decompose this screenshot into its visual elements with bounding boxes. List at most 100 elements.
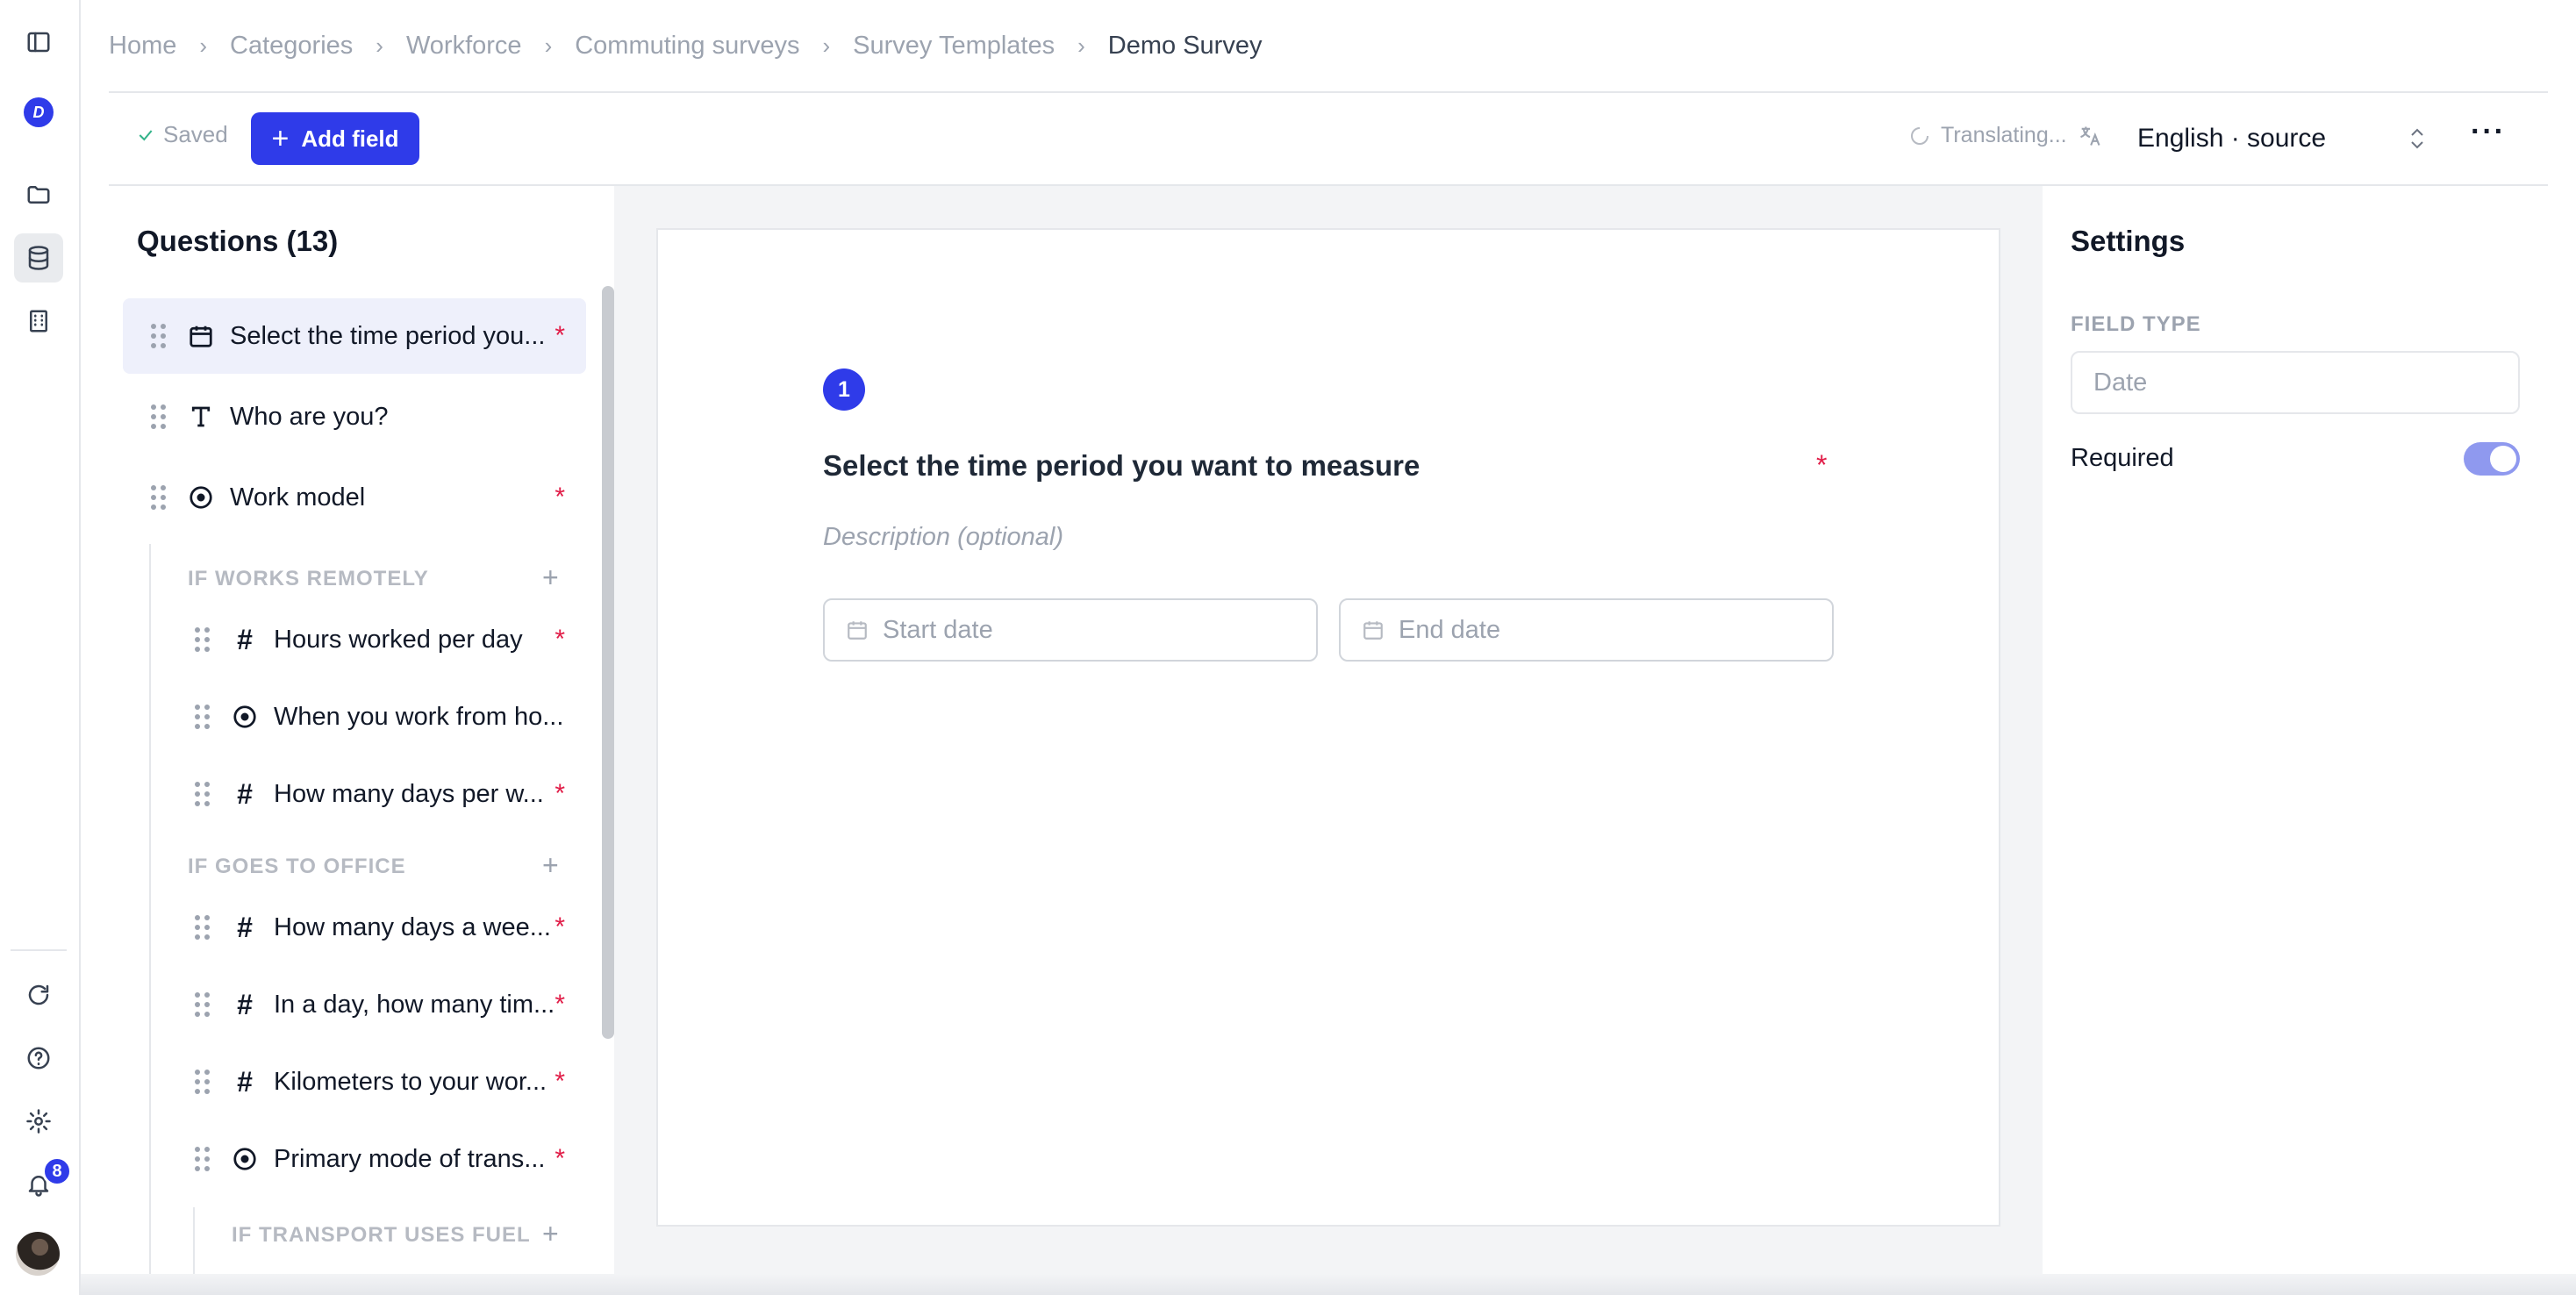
translating-label: Translating... <box>1941 123 2067 147</box>
field-type-field[interactable]: Date <box>2071 351 2520 414</box>
question-item[interactable]: Select the time period you... * <box>123 298 586 374</box>
number-icon: # <box>237 1065 253 1098</box>
question-heading[interactable]: Select the time period you want to measu… <box>823 449 1420 483</box>
required-mark: * <box>555 625 565 654</box>
breadcrumb-home[interactable]: Home <box>109 32 176 61</box>
language-label: English · source <box>2137 124 2327 153</box>
drag-handle-icon[interactable] <box>195 705 212 729</box>
radio-icon <box>230 702 260 732</box>
logo-icon: D <box>24 97 54 127</box>
chevron-right-icon: › <box>376 32 383 59</box>
end-date-input[interactable]: End date <box>1339 598 1834 662</box>
question-item[interactable]: # In a day, how many tim... * <box>167 967 586 1042</box>
questions-title: Questions (13) <box>137 225 339 257</box>
spinner-icon <box>1911 126 1928 145</box>
refresh-icon[interactable] <box>14 970 63 1020</box>
breadcrumb-current: Demo Survey <box>1107 31 1263 60</box>
drag-handle-icon[interactable] <box>195 992 212 1017</box>
drag-handle-icon[interactable] <box>195 1147 212 1171</box>
required-toggle[interactable] <box>2464 442 2520 476</box>
more-options-icon[interactable]: ··· <box>2471 117 2506 147</box>
branch-line <box>149 544 151 1295</box>
question-item[interactable]: # Hours worked per day * <box>167 602 586 677</box>
drag-handle-icon[interactable] <box>195 782 212 806</box>
radio-icon <box>186 483 216 512</box>
add-to-group-button[interactable]: + <box>542 849 559 882</box>
drag-handle-icon[interactable] <box>151 404 168 429</box>
number-icon: # <box>237 911 253 943</box>
drag-handle-icon[interactable] <box>195 915 212 940</box>
saved-label: Saved <box>163 121 228 147</box>
breadcrumb-categories[interactable]: Categories <box>230 32 353 61</box>
avatar[interactable] <box>16 1232 60 1276</box>
questions-scrollbar[interactable] <box>602 286 614 1039</box>
required-mark: * <box>555 779 565 808</box>
required-label: Required <box>2071 444 2174 472</box>
bottom-edge <box>81 1274 2576 1295</box>
language-select[interactable]: English · source <box>2137 112 2427 165</box>
group-title-fuel: IF TRANSPORT USES FUEL <box>232 1223 531 1247</box>
number-icon: # <box>237 988 253 1020</box>
text-icon <box>186 402 216 432</box>
questions-panel: Questions (13) Select the time period yo… <box>109 186 614 1295</box>
breadcrumb-commuting-surveys[interactable]: Commuting surveys <box>575 32 799 61</box>
database-icon[interactable] <box>14 233 63 283</box>
building-icon[interactable] <box>14 297 63 346</box>
question-number-badge: 1 <box>823 368 865 411</box>
folder-icon[interactable] <box>14 170 63 219</box>
drag-handle-icon[interactable] <box>195 627 212 652</box>
question-item[interactable]: # How many days per w... * <box>167 756 586 832</box>
translate-icon <box>2079 126 2100 146</box>
drag-handle-icon[interactable] <box>151 324 168 348</box>
question-label: Select the time period you... <box>230 321 546 350</box>
drag-handle-icon[interactable] <box>195 1070 212 1094</box>
settings-panel: Settings FIELD TYPE Date Required <box>2043 186 2548 1295</box>
question-label: Who are you? <box>230 402 389 431</box>
settings-title: Settings <box>2071 225 2186 257</box>
chevron-right-icon: › <box>199 32 208 59</box>
group-title-office: IF GOES TO OFFICE <box>188 855 406 878</box>
required-mark: * <box>555 321 565 350</box>
question-item[interactable]: When you work from ho... <box>167 679 586 755</box>
calendar-icon <box>1363 621 1383 640</box>
question-item[interactable]: # How many days a wee... * <box>167 890 586 965</box>
workspace-logo[interactable]: D <box>14 88 63 137</box>
description-field[interactable]: Description (optional) <box>823 523 1063 552</box>
field-type-label: FIELD TYPE <box>2071 312 2201 336</box>
number-icon: # <box>237 623 253 655</box>
breadcrumb-survey-templates[interactable]: Survey Templates <box>853 32 1055 61</box>
rail-divider <box>11 949 67 951</box>
settings-gear-icon[interactable] <box>14 1097 63 1146</box>
chevron-updown-icon <box>2411 128 2423 149</box>
calendar-icon <box>848 621 867 640</box>
chevron-right-icon: › <box>822 32 831 59</box>
plus-icon: + <box>271 122 290 155</box>
add-field-label: Add field <box>301 125 399 152</box>
header-divider <box>109 91 2548 93</box>
add-to-group-button[interactable]: + <box>542 1218 559 1250</box>
question-label: How many days per w... <box>274 779 544 808</box>
question-item[interactable]: Work model * <box>123 460 586 535</box>
number-icon: # <box>237 777 253 810</box>
drag-handle-icon[interactable] <box>151 485 168 510</box>
saved-status: Saved <box>137 121 228 148</box>
question-item[interactable]: Primary mode of trans... * <box>167 1121 586 1197</box>
sidebar-toggle-icon[interactable] <box>14 18 63 67</box>
add-field-button[interactable]: + Add field <box>251 112 419 165</box>
start-date-input[interactable]: Start date <box>823 598 1318 662</box>
help-icon[interactable] <box>14 1034 63 1083</box>
question-label: How many days a wee... <box>274 912 551 941</box>
required-mark: * <box>555 912 565 941</box>
required-mark: * <box>555 1067 565 1096</box>
question-item[interactable]: Who are you? <box>123 379 586 454</box>
required-mark: * <box>555 1144 565 1173</box>
group-title-remote: IF WORKS REMOTELY <box>188 567 429 590</box>
question-item[interactable]: # Kilometers to your wor... * <box>167 1044 586 1120</box>
question-label: Primary mode of trans... <box>274 1144 546 1173</box>
field-type-value: Date <box>2093 368 2148 397</box>
add-to-group-button[interactable]: + <box>542 562 559 594</box>
question-label: Hours worked per day <box>274 625 523 654</box>
breadcrumb-workforce[interactable]: Workforce <box>406 32 522 61</box>
chevron-right-icon: › <box>544 32 553 59</box>
end-date-placeholder: End date <box>1399 615 1501 644</box>
